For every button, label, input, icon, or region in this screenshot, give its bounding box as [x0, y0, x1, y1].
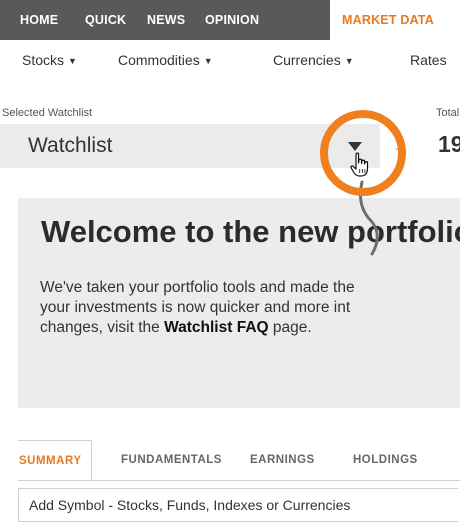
top-navigation-bar: HOME QUICK NEWS OPINION MARKET DATA [0, 0, 460, 40]
welcome-line-1: We've taken your portfolio tools and mad… [40, 279, 355, 296]
caret-down-icon: ▼ [344, 56, 354, 66]
welcome-line-3-text: changes, visit the [40, 319, 165, 336]
portfolio-tabs: SUMMARY FUNDAMENTALS EARNINGS HOLDINGS [18, 440, 460, 481]
subnav-commodities-label: Commodities [118, 52, 200, 68]
caret-down-icon: ▼ [68, 56, 77, 66]
subnav-stocks-label: Stocks [22, 52, 65, 68]
watchlist-selected-value: Watchlist [28, 134, 113, 157]
selected-watchlist-label: Selected Watchlist [2, 107, 93, 119]
hand-cursor-icon [350, 152, 369, 177]
tab-earnings[interactable]: EARNINGS [250, 440, 315, 480]
welcome-line-2: your investments is now quicker and more… [40, 299, 351, 316]
welcome-banner: Welcome to the new portfolio We've taken… [18, 198, 460, 408]
add-watchlist-icon[interactable]: + [395, 141, 404, 159]
welcome-line-3: changes, visit the Watchlist FAQ page. [40, 318, 460, 338]
subnav-rates[interactable]: Rates [410, 40, 447, 80]
subnav-stocks[interactable]: Stocks ▼ [22, 40, 77, 80]
nav-quick[interactable]: QUICK [85, 0, 126, 40]
subnav-currencies-label: Currencies [273, 52, 341, 68]
welcome-line-3-end: page. [268, 319, 312, 336]
watchlist-header: Selected Watchlist Total Watchlist + 19 [0, 80, 460, 180]
subnav-rates-label: Rates [410, 52, 447, 68]
dropdown-arrow-icon[interactable] [348, 142, 362, 151]
tab-summary[interactable]: SUMMARY [18, 440, 92, 480]
watchlist-faq-link[interactable]: Watchlist FAQ [164, 319, 269, 336]
nav-home[interactable]: HOME [20, 0, 58, 40]
total-label: Total [436, 107, 460, 119]
tab-holdings[interactable]: HOLDINGS [353, 440, 418, 480]
add-symbol-input[interactable] [18, 488, 458, 522]
add-symbol-bar [18, 488, 460, 525]
welcome-message: We've taken your portfolio tools and mad… [40, 278, 460, 338]
watchlist-dropdown[interactable]: Watchlist [0, 124, 380, 168]
nav-opinion[interactable]: OPINION [205, 0, 259, 40]
welcome-heading: Welcome to the new portfolio [41, 214, 460, 249]
subnav-currencies[interactable]: Currencies ▼ [273, 40, 354, 80]
tab-fundamentals[interactable]: FUNDAMENTALS [121, 440, 222, 480]
caret-down-icon: ▼ [203, 56, 213, 66]
subnav-commodities[interactable]: Commodities ▼ [118, 40, 213, 80]
total-value: 19 [438, 131, 460, 157]
sub-navigation-bar: Stocks ▼ Commodities ▼ Currencies ▼ Rates [0, 40, 460, 81]
nav-market-data[interactable]: MARKET DATA [330, 0, 460, 40]
nav-news[interactable]: NEWS [147, 0, 185, 40]
